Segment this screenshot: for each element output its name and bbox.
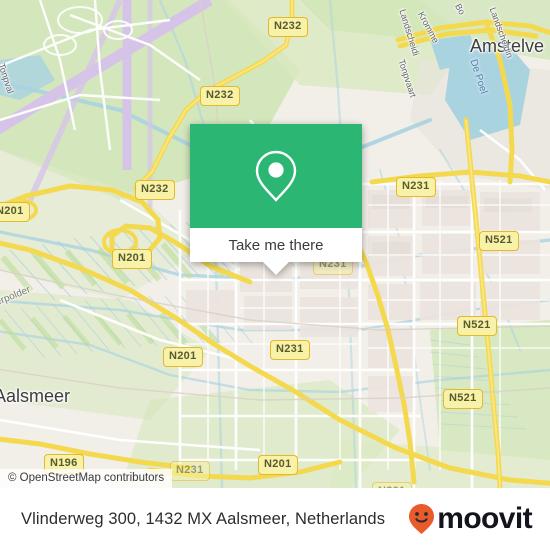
road-shield[interactable]: N521 <box>457 316 497 336</box>
road-shield[interactable]: N201 <box>258 455 298 475</box>
location-pin-icon <box>255 150 297 202</box>
road-shield[interactable]: N231 <box>170 461 210 481</box>
location-popup[interactable]: Take me there <box>190 124 362 275</box>
road-shield[interactable]: N201 <box>163 347 203 367</box>
osm-attribution[interactable]: © OpenStreetMap contributors <box>0 469 173 488</box>
road-shield[interactable]: N232 <box>268 17 308 37</box>
take-me-there-button[interactable]: Take me there <box>190 228 362 262</box>
road-shield[interactable]: N521 <box>443 389 483 409</box>
road-shield[interactable]: N232 <box>135 180 175 200</box>
moovit-wordmark: moovit <box>437 502 532 535</box>
popup-body <box>190 124 362 228</box>
address-label: Vlinderweg 300, 1432 MX Aalsmeer, Nether… <box>21 509 386 528</box>
place-label-aalsmeer: Aalsmeer <box>0 386 71 406</box>
footer-bar: Vlinderweg 300, 1432 MX Aalsmeer, Nether… <box>0 488 550 550</box>
road-shield[interactable]: N201 <box>112 249 152 269</box>
road-shield[interactable]: N521 <box>479 231 519 251</box>
map-screenshot: N232 N232 N232 N201 N201 N201 N231 N231 … <box>0 0 550 550</box>
popup-tail <box>263 262 289 275</box>
moovit-logo[interactable]: moovit <box>408 502 533 535</box>
map-viewport[interactable]: N232 N232 N232 N201 N201 N201 N231 N231 … <box>0 0 550 488</box>
road-shield[interactable]: N231 <box>396 177 436 197</box>
road-shield[interactable]: N201 <box>0 202 30 222</box>
moovit-pin-icon <box>409 504 435 534</box>
road-shield[interactable]: N231 <box>270 340 310 360</box>
road-shield[interactable]: N232 <box>200 86 240 106</box>
